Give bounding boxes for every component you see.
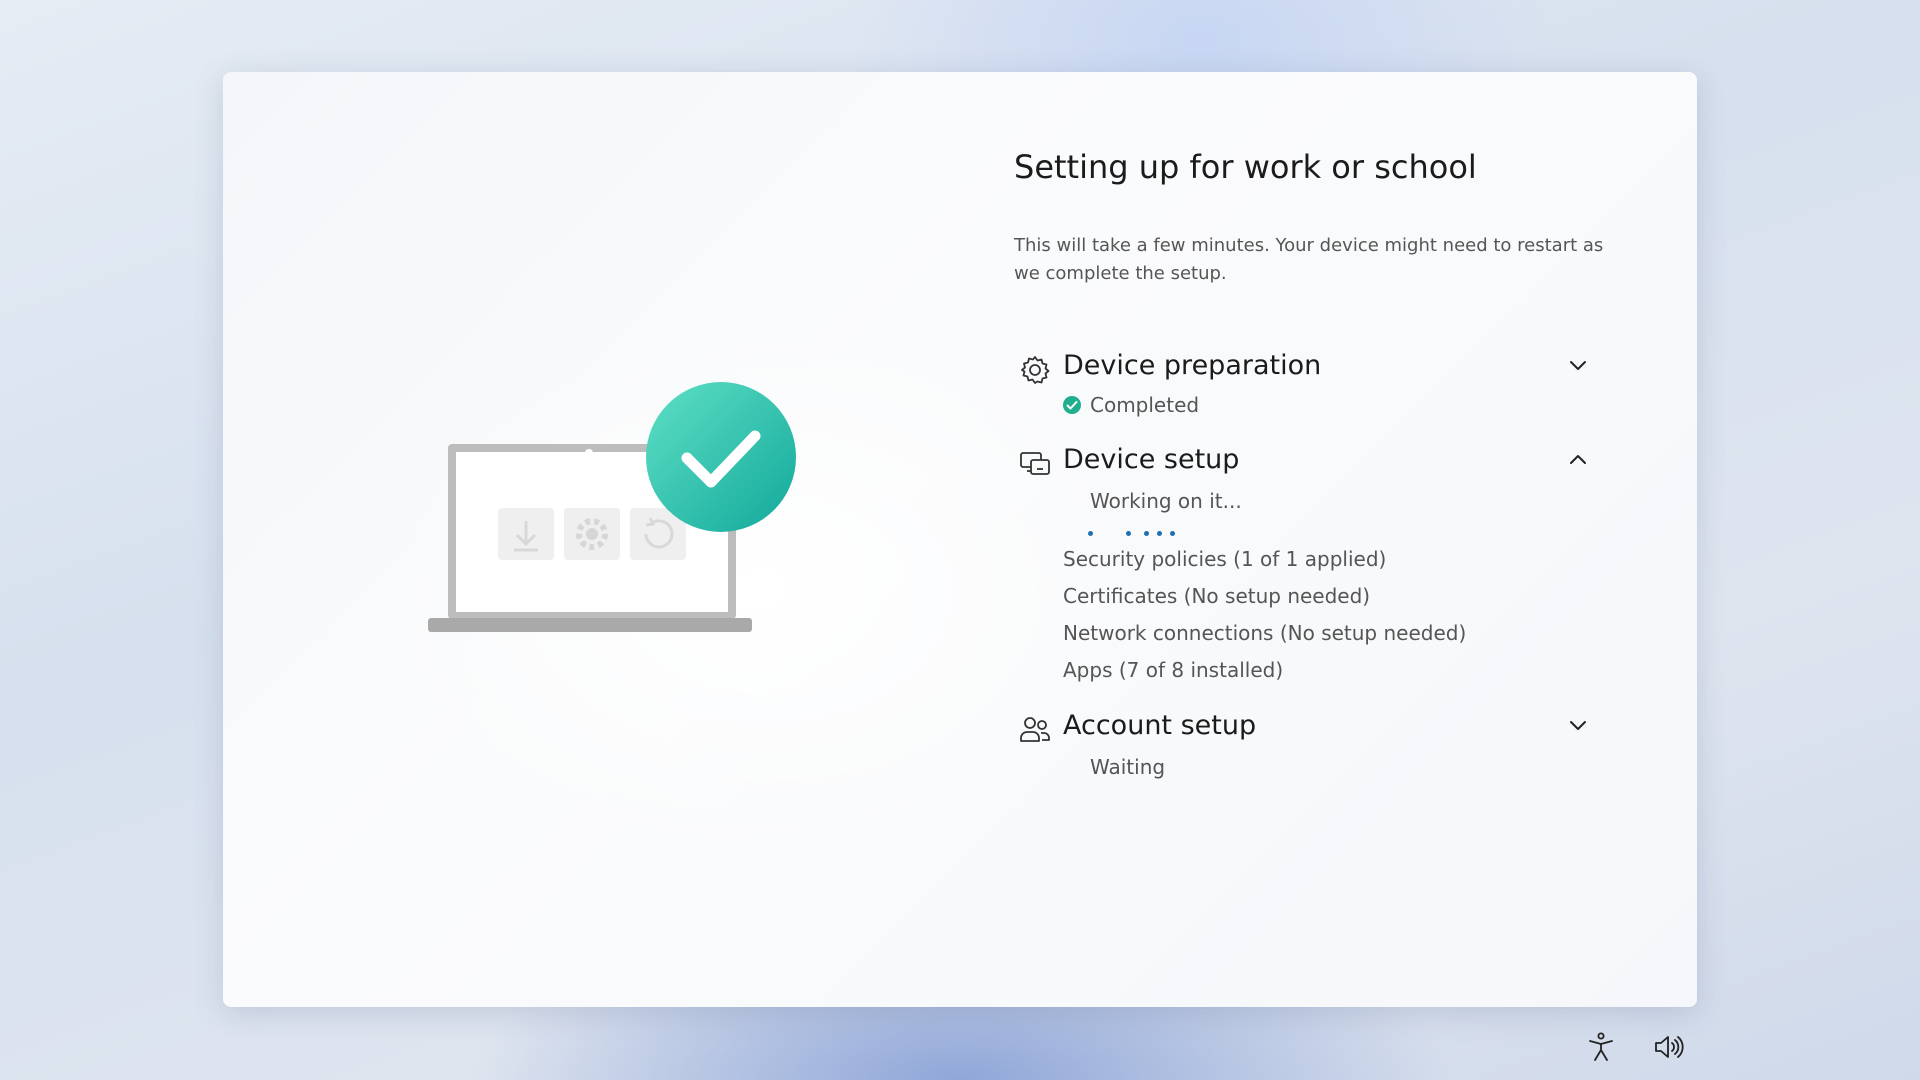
- progress-dot: [1157, 531, 1162, 536]
- progress-dot: [1126, 531, 1131, 536]
- list-item: Security policies (1 of 1 applied): [1063, 547, 1387, 571]
- gear-icon: [1021, 356, 1050, 384]
- chevron-down-icon[interactable]: [1565, 352, 1591, 378]
- volume-icon[interactable]: [1652, 1031, 1684, 1063]
- list-item: Network connections (No setup needed): [1063, 621, 1467, 645]
- section-title-device-setup: Device setup: [1063, 444, 1240, 475]
- section-status-device-setup: Working on it...: [1090, 489, 1242, 513]
- progress-dot: [1144, 531, 1149, 536]
- section-status-device-preparation: Completed: [1090, 393, 1200, 417]
- list-item: Apps (7 of 8 installed): [1063, 658, 1284, 682]
- completed-check-icon: [1063, 396, 1081, 414]
- progress-dot: [1170, 531, 1175, 536]
- progress-dot: [1088, 531, 1093, 536]
- device-setup-icon: [1020, 452, 1050, 475]
- page-description: This will take a few minutes. Your devic…: [1014, 235, 1604, 284]
- section-status-account-setup: Waiting: [1090, 755, 1166, 779]
- section-title-account-setup: Account setup: [1063, 710, 1257, 741]
- chevron-up-icon[interactable]: [1565, 447, 1591, 473]
- section-title-device-preparation: Device preparation: [1063, 350, 1322, 381]
- list-item: Certificates (No setup needed): [1063, 584, 1371, 608]
- laptop-checkmark-illustration: [428, 382, 796, 632]
- chevron-down-icon[interactable]: [1565, 712, 1591, 738]
- accessibility-icon[interactable]: [1585, 1031, 1617, 1063]
- people-icon: [1020, 717, 1050, 742]
- page-title: Setting up for work or school: [1014, 148, 1477, 186]
